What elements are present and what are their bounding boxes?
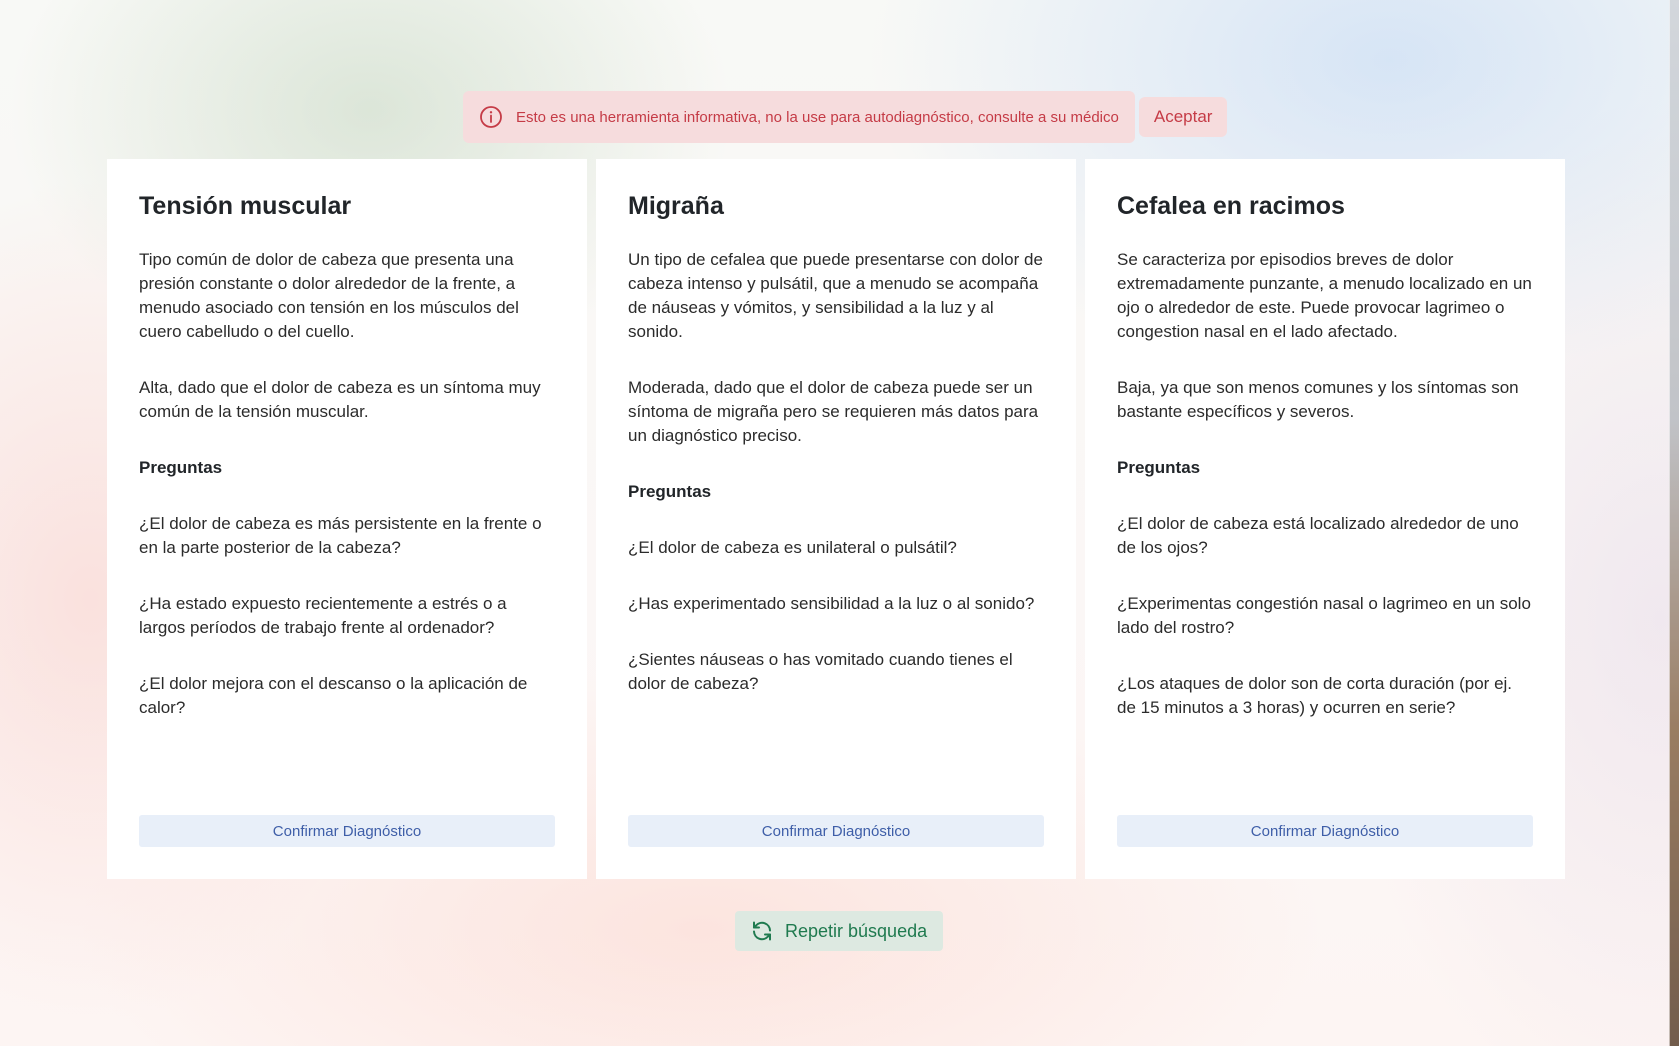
diagnosis-card-cluster: Cefalea en racimos Se caracteriza por ep… [1085,159,1565,879]
card-questions-heading: Preguntas [1117,458,1201,477]
confirm-diagnosis-button[interactable]: Confirmar Diagnóstico [1117,815,1533,847]
question-item: ¿El dolor de cabeza está localizado alre… [1117,514,1519,557]
confirm-diagnosis-button[interactable]: Confirmar Diagnóstico [139,815,555,847]
card-title: Tensión muscular [139,192,352,220]
card-probability: Moderada, dado que el dolor de cabeza pu… [628,378,1039,445]
card-questions-list: ¿El dolor de cabeza es más persistente e… [139,512,555,720]
disclaimer-alert: Esto es una herramienta informativa, no … [463,91,1135,143]
question-item: ¿Experimentas congestión nasal o lagrime… [1117,594,1531,637]
question-item: ¿El dolor de cabeza es más persistente e… [139,514,542,557]
diagnosis-card-tension: Tensión muscular Tipo común de dolor de … [107,159,587,879]
question-item: ¿El dolor de cabeza es unilateral o puls… [628,538,957,557]
question-item: ¿Ha estado expuesto recientemente a estr… [139,594,507,637]
question-item: ¿El dolor mejora con el descanso o la ap… [139,674,528,717]
card-questions-list: ¿El dolor de cabeza es unilateral o puls… [628,536,1044,696]
disclaimer-bar: Esto es una herramienta informativa, no … [463,91,1228,143]
question-item: ¿Has experimentado sensibilidad a la luz… [628,594,1035,613]
question-item: ¿Los ataques de dolor son de corta durac… [1117,674,1513,717]
card-probability: Alta, dado que el dolor de cabeza es un … [139,378,541,421]
info-circle-icon [479,105,503,129]
confirm-diagnosis-button[interactable]: Confirmar Diagnóstico [628,815,1044,847]
disclaimer-message: Esto es una herramienta informativa, no … [516,108,1119,126]
accept-button[interactable]: Aceptar [1138,97,1228,137]
card-description: Se caracteriza por episodios breves de d… [1117,250,1532,341]
card-title: Migraña [628,192,724,220]
card-probability: Baja, ya que son menos comunes y los sín… [1117,378,1519,421]
card-description: Un tipo de cefalea que puede presentarse… [628,250,1043,341]
diagnosis-card-migraine: Migraña Un tipo de cefalea que puede pre… [596,159,1076,879]
card-questions-list: ¿El dolor de cabeza está localizado alre… [1117,512,1533,720]
card-description: Tipo común de dolor de cabeza que presen… [139,250,519,341]
question-item: ¿Sientes náuseas o has vomitado cuando t… [628,650,1013,693]
card-questions-heading: Preguntas [628,482,712,501]
repeat-search-button[interactable]: Repetir búsqueda [735,911,944,951]
card-title: Cefalea en racimos [1117,192,1345,220]
diagnosis-cards: Tensión muscular Tipo común de dolor de … [107,159,1565,879]
window-edge [1669,0,1679,1046]
repeat-search-label: Repetir búsqueda [785,920,928,941]
refresh-icon [750,919,774,943]
card-questions-heading: Preguntas [139,458,223,477]
